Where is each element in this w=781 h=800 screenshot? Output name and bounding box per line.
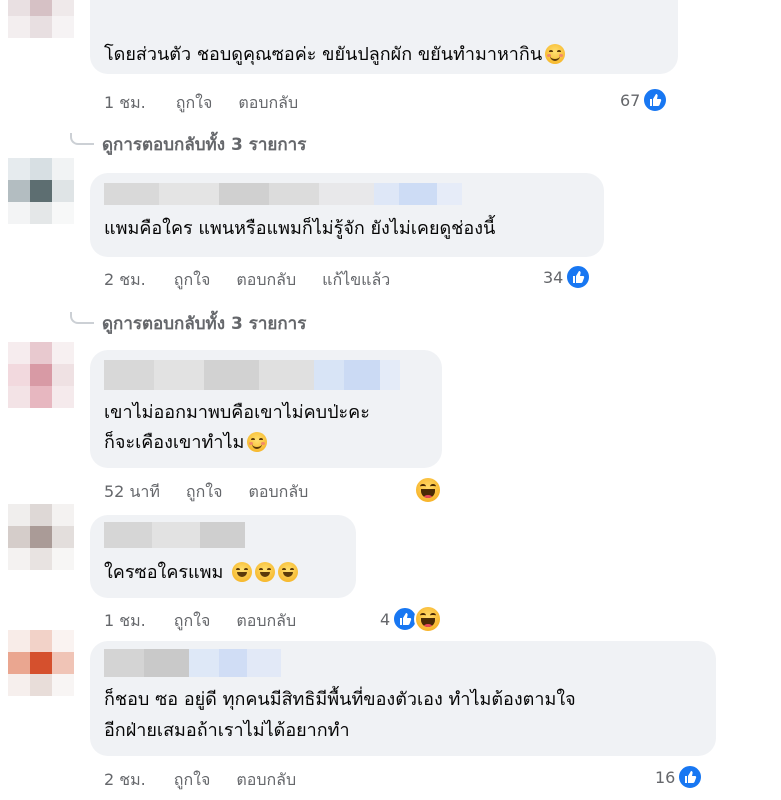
comment-time[interactable]: 1 ชม. [104,609,146,634]
avatar[interactable] [8,0,74,38]
reply-button[interactable]: ตอบกลับ [248,480,308,505]
avatar[interactable] [8,158,74,224]
comment-text-line-2: อีกฝ่ายเสมอถ้าเราไม่ได้อยากทำ [104,720,350,741]
view-replies-link[interactable]: ดูการตอบกลับทั้ง 3 รายการ [70,310,306,337]
reaction-summary[interactable] [414,476,442,504]
laugh-emoji [278,562,299,582]
comment-actions: 1 ชม. ถูกใจ ตอบกลับ [104,91,298,116]
like-button[interactable]: ถูกใจ [176,91,213,116]
comment-text: แพมคือใคร แพนหรือแพมก็ไม่รู้จัก ยังไม่เค… [104,218,496,239]
reaction-count: 67 [620,90,641,110]
comment-text: โดยส่วนตัว ชอบดูคุณซอค่ะ ขยันปลูกผัก ขยั… [104,40,566,70]
thread-connector [70,311,94,324]
thread-connector [70,132,94,145]
comment-text-line-2: ก็จะเคืองเขาทำไม [104,428,268,458]
like-button[interactable]: ถูกใจ [186,480,223,505]
reply-button[interactable]: ตอบกลับ [238,91,298,116]
avatar[interactable] [8,342,74,408]
comment-text: ก็ชอบ ซอ อยู่ดี ทุกคนมีสิทธิมีพื้นที่ของ… [104,689,576,710]
author-name-blurred[interactable] [104,522,245,548]
comment-time[interactable]: 52 นาที [104,480,160,505]
view-replies-label[interactable]: ดูการตอบกลับทั้ง 3 รายการ [102,131,306,158]
laugh-emoji [232,562,253,582]
avatar[interactable] [8,504,74,570]
haha-icon [414,605,443,633]
reaction-count: 34 [543,267,564,287]
reaction-summary[interactable]: 34 [543,264,592,290]
author-name-blurred[interactable] [104,183,462,205]
blush-emoji [247,432,268,452]
comment-actions: 52 นาที ถูกใจ ตอบกลับ [104,480,308,505]
comment-actions: 2 ชม. ถูกใจ ตอบกลับ [104,768,296,793]
comment-text: ใครซอใครแพม [104,558,299,588]
comment-time[interactable]: 2 ชม. [104,768,146,793]
comment-time[interactable]: 2 ชม. [104,268,146,293]
smile-emoji [545,44,566,64]
like-icon [677,764,704,790]
reply-button[interactable]: ตอบกลับ [236,609,296,634]
author-name-blurred[interactable] [104,360,400,390]
haha-icon [414,476,442,504]
reaction-summary[interactable]: 4 [380,605,443,633]
comment-time[interactable]: 1 ชม. [104,91,146,116]
reaction-count: 16 [655,767,676,787]
like-icon [565,264,592,290]
laugh-emoji [255,562,276,582]
view-replies-label[interactable]: ดูการตอบกลับทั้ง 3 รายการ [102,310,306,337]
comment-actions: 2 ชม. ถูกใจ ตอบกลับ แก้ไขแล้ว [104,268,390,293]
comment-text: เขาไม่ออกมาพบคือเขาไม่คบป่ะคะ [104,402,370,423]
author-name-blurred[interactable] [104,649,281,677]
reply-button[interactable]: ตอบกลับ [236,768,296,793]
like-button[interactable]: ถูกใจ [174,609,211,634]
reaction-count: 4 [380,609,391,629]
like-button[interactable]: ถูกใจ [174,268,211,293]
reaction-summary[interactable]: 67 [620,87,669,113]
edited-label: แก้ไขแล้ว [322,270,391,289]
like-icon [642,87,669,113]
view-replies-link[interactable]: ดูการตอบกลับทั้ง 3 รายการ [70,131,306,158]
avatar[interactable] [8,630,74,696]
like-button[interactable]: ถูกใจ [174,768,211,793]
comment-actions: 1 ชม. ถูกใจ ตอบกลับ [104,609,296,634]
reply-button[interactable]: ตอบกลับ [236,268,296,293]
reaction-summary[interactable]: 16 [655,764,704,790]
